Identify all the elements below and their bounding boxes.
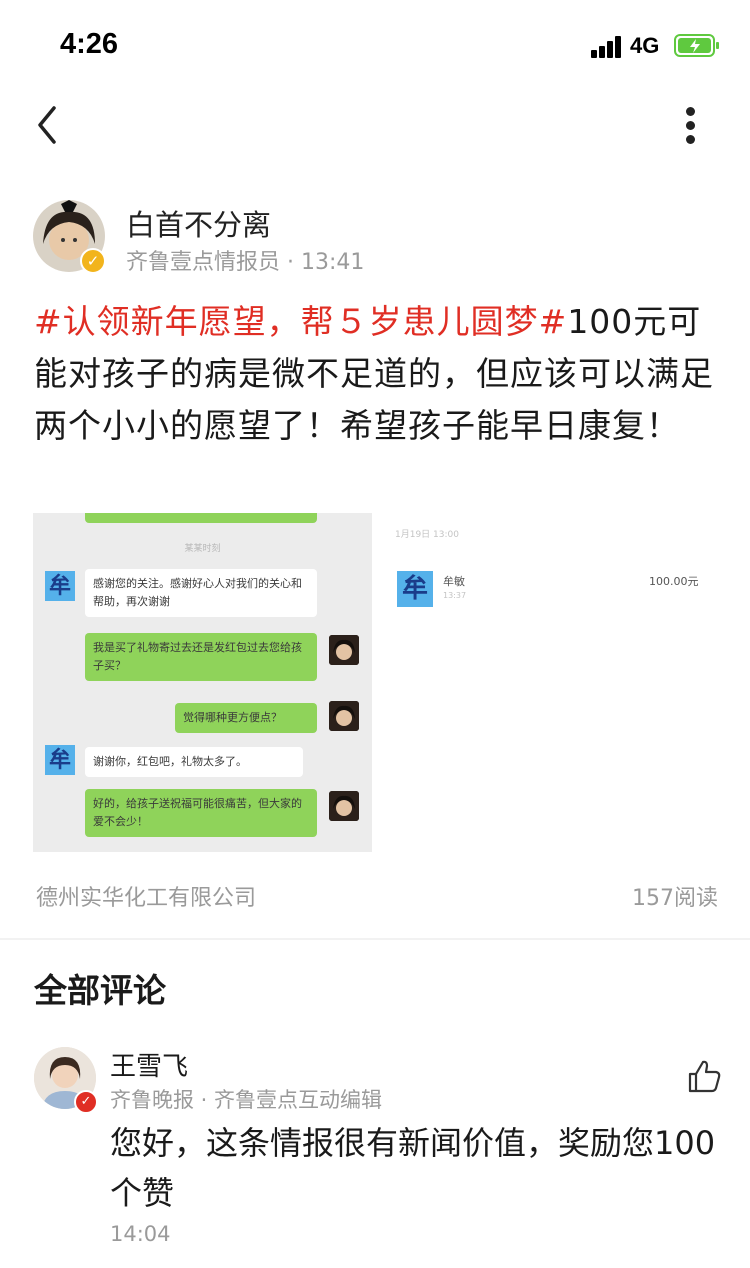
chat-message: 好的，给孩子送祝福可能很痛苦，但大家的爱不会少！ (85, 789, 317, 837)
payee-name: 牟敏 (443, 575, 465, 588)
chat-bubble-top-partial (85, 513, 317, 523)
back-icon[interactable] (28, 100, 72, 150)
chat-avatar-user (329, 635, 359, 665)
author-meta: 齐鲁壹点情报员 · 13:41 (126, 244, 364, 276)
verified-editor-icon: ✓ (74, 1090, 98, 1114)
payment-screenshot-image[interactable]: 1月19日 13:00 牟 牟敏 13:37 100.00元 (381, 513, 720, 633)
commenter-meta: 齐鲁晚报 · 齐鲁壹点互动编辑 (110, 1088, 383, 1112)
comment-text: 您好，这条情报很有新闻价值，奖励您100个赞 (110, 1124, 716, 1212)
chat-avatar-mou: 牟 (45, 571, 75, 601)
post-body: #认领新年愿望，帮５岁患儿圆梦#100元可能对孩子的病是微不足道的，但应该可以满… (34, 296, 718, 452)
author-role: 齐鲁壹点情报员 (126, 250, 281, 275)
chat-time-label: 某某时刻 (184, 544, 221, 554)
commenter-name[interactable]: 王雪飞 (110, 1046, 188, 1083)
meta-separator: · (287, 250, 295, 275)
payment-amount: 100.00元 (649, 575, 699, 588)
status-bar: 4:26 4G (0, 0, 750, 90)
author-name[interactable]: 白首不分离 (126, 202, 271, 244)
chat-message: 觉得哪种更方便点？ (175, 703, 317, 733)
post-time: 13:41 (301, 250, 365, 275)
status-time: 4:26 (60, 28, 119, 60)
read-count: 157阅读 (632, 886, 718, 911)
section-divider (0, 938, 750, 940)
more-options-icon[interactable] (676, 100, 706, 150)
payment-header: 1月19日 13:00 (395, 530, 459, 540)
hashtag-link[interactable]: #认领新年愿望，帮５岁患儿圆梦# (34, 302, 567, 341)
payee-avatar: 牟 (397, 571, 433, 607)
chat-message: 谢谢你，红包吧，礼物太多了。 (85, 747, 303, 777)
comment-time: 14:04 (110, 1222, 171, 1246)
signal-icon (591, 36, 623, 58)
chat-avatar-user (329, 791, 359, 821)
chat-avatar-mou: 牟 (45, 745, 75, 775)
chat-message: 感谢您的关注。感谢好心人对我们的关心和帮助，再次谢谢 (85, 569, 317, 617)
chat-message: 我是买了礼物寄过去还是发红包过去您给孩子买？ (85, 633, 317, 681)
battery-icon (674, 34, 719, 57)
post-source: 德州实华化工有限公司 (36, 886, 257, 911)
payee-sub: 13:37 (443, 591, 467, 600)
verified-badge-icon: ✓ (80, 248, 106, 274)
chat-avatar-user (329, 701, 359, 731)
thumbs-up-icon[interactable] (686, 1058, 722, 1094)
network-type: 4G (630, 33, 660, 58)
comments-title: 全部评论 (34, 971, 166, 1010)
chat-screenshot-image[interactable]: 某某时刻 牟 感谢您的关注。感谢好心人对我们的关心和帮助，再次谢谢 我是买了礼物… (33, 513, 372, 852)
